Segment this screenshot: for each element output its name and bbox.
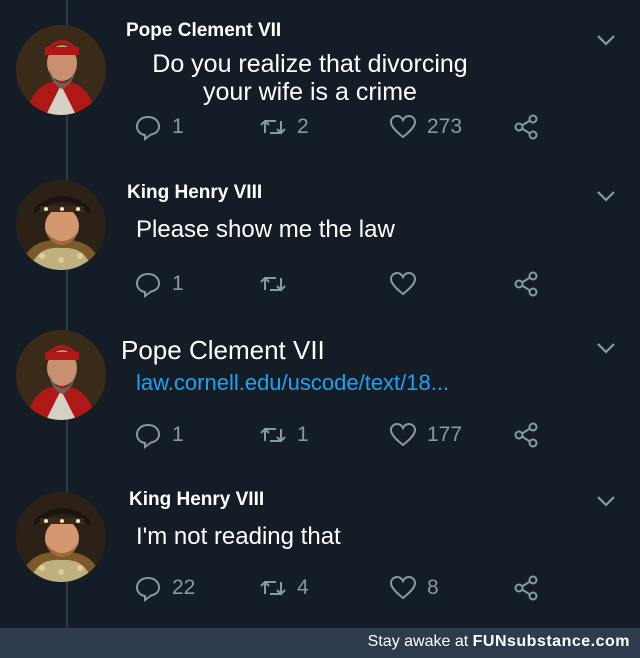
share-button[interactable] [512, 268, 540, 300]
tweet-text: Do you realize that divorcing your wife … [120, 50, 500, 106]
share-icon [514, 271, 538, 297]
tweet[interactable]: Pope Clement VII Do you realize that div… [0, 0, 640, 160]
tweet[interactable]: King Henry VIII Please show me the law 1 [0, 160, 640, 320]
reply-count: 1 [172, 423, 184, 446]
tweet[interactable]: King Henry VIII I'm not reading that 22 … [0, 475, 640, 628]
reply-count: 1 [172, 115, 184, 138]
king-avatar-icon [16, 492, 106, 582]
retweet-button[interactable]: 4 [259, 572, 309, 604]
watermark-brand[interactable]: FUNsubstance.com [473, 633, 630, 650]
reply-icon [135, 272, 161, 298]
like-button[interactable]: 8 [389, 572, 439, 604]
retweet-icon [260, 276, 286, 292]
heart-icon [389, 271, 417, 296]
author-name[interactable]: King Henry VIII [127, 182, 262, 204]
retweet-button[interactable]: 1 [259, 419, 309, 451]
author-name[interactable]: Pope Clement VII [121, 335, 325, 366]
reply-button[interactable]: 1 [134, 419, 184, 451]
chevron-down-icon[interactable] [594, 28, 618, 52]
heart-icon [389, 422, 417, 447]
retweet-count: 2 [297, 115, 309, 138]
avatar[interactable] [16, 25, 106, 115]
reply-icon [135, 576, 161, 602]
king-avatar-icon [16, 180, 106, 270]
avatar[interactable] [16, 492, 106, 582]
tweet-actions: 1 1 177 [134, 419, 554, 451]
tweet-text-line: your wife is a crime [203, 78, 417, 106]
reply-button[interactable]: 1 [134, 111, 184, 143]
share-button[interactable] [512, 419, 540, 451]
tweet[interactable]: Pope Clement VII law.cornell.edu/uscode/… [0, 320, 640, 480]
retweet-icon [260, 119, 286, 135]
avatar[interactable] [16, 330, 106, 420]
reply-button[interactable]: 22 [134, 572, 195, 604]
heart-icon [389, 575, 417, 600]
tweet-link[interactable]: law.cornell.edu/uscode/text/18... [136, 370, 449, 396]
author-name[interactable]: King Henry VIII [129, 489, 264, 511]
reply-icon [135, 115, 161, 141]
watermark-bar: Stay awake at FUNsubstance.com [0, 628, 640, 658]
chevron-down-icon[interactable] [594, 336, 618, 360]
retweet-button[interactable]: 2 [259, 111, 309, 143]
retweet-icon [260, 580, 286, 596]
tweet-text: I'm not reading that [136, 523, 341, 550]
retweet-count: 1 [297, 423, 309, 446]
reply-button[interactable]: 1 [134, 268, 184, 300]
reply-count: 22 [172, 576, 196, 599]
pope-avatar-icon [16, 330, 106, 420]
chevron-down-icon[interactable] [594, 489, 618, 513]
author-name[interactable]: Pope Clement VII [126, 20, 281, 42]
share-button[interactable] [512, 111, 540, 143]
share-icon [514, 422, 538, 448]
like-button[interactable] [389, 268, 427, 300]
tweet-text-line: Do you realize that divorcing [152, 50, 468, 78]
share-icon [514, 114, 538, 140]
retweet-icon [260, 427, 286, 443]
chevron-down-icon[interactable] [594, 184, 618, 208]
tweet-text: Please show me the law [136, 216, 395, 243]
watermark-text: Stay awake at FUNsubstance.com [368, 633, 630, 651]
tweet-actions: 1 2 273 [134, 111, 554, 143]
avatar[interactable] [16, 180, 106, 270]
reply-icon [135, 423, 161, 449]
like-count: 273 [427, 115, 463, 138]
like-button[interactable]: 273 [389, 111, 462, 143]
like-count: 177 [427, 423, 463, 446]
heart-icon [389, 114, 417, 139]
pope-avatar-icon [16, 25, 106, 115]
share-button[interactable] [512, 572, 540, 604]
watermark-prefix: Stay awake at [367, 633, 469, 650]
tweet-actions: 1 [134, 268, 554, 300]
reply-count: 1 [172, 272, 184, 295]
retweet-button[interactable] [259, 268, 297, 300]
tweet-actions: 22 4 8 [134, 572, 554, 604]
retweet-count: 4 [297, 576, 309, 599]
share-icon [514, 575, 538, 601]
like-button[interactable]: 177 [389, 419, 462, 451]
like-count: 8 [427, 576, 439, 599]
